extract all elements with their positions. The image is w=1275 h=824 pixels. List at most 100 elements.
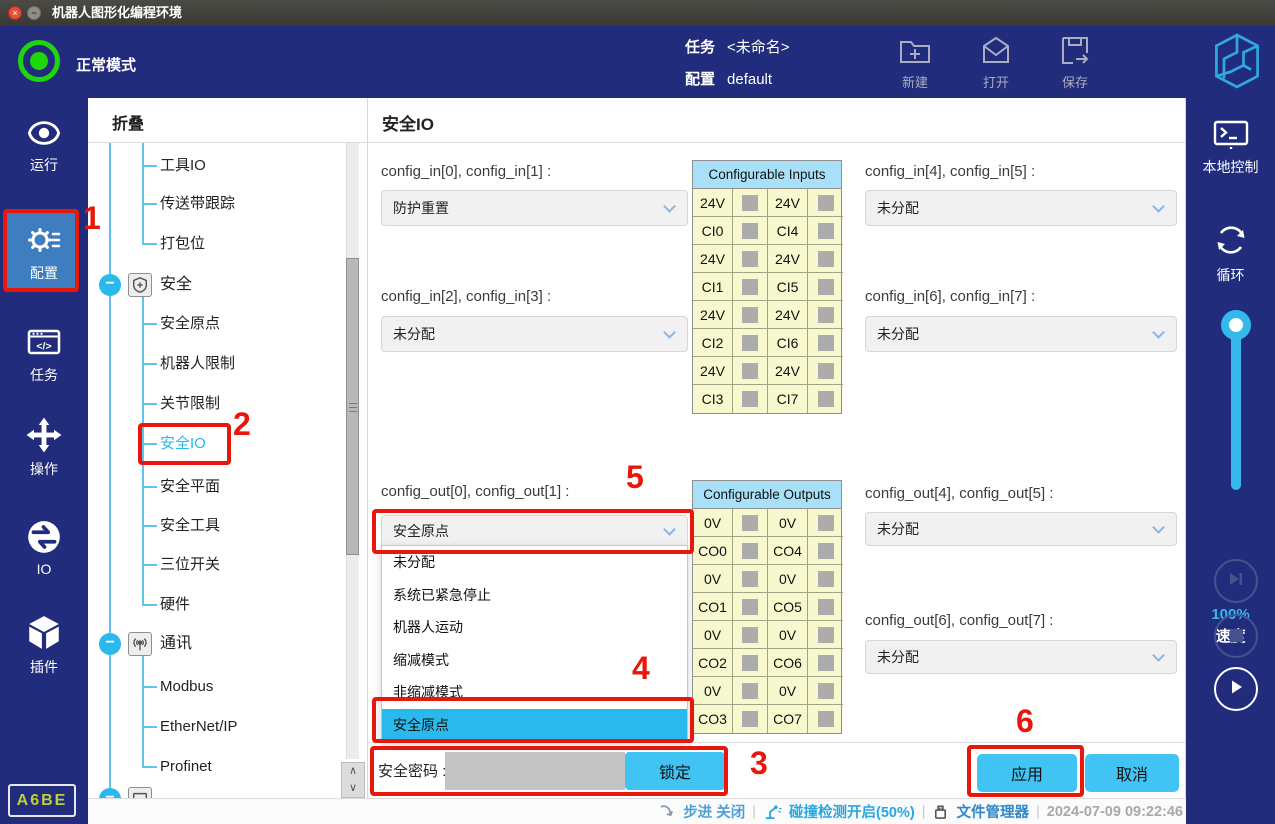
lock-button[interactable]: 锁定: [625, 752, 725, 790]
io-checkbox[interactable]: [818, 543, 834, 559]
io-checkbox[interactable]: [818, 279, 834, 295]
config-in01-dropdown[interactable]: 防护重置: [381, 190, 688, 226]
option-robot-moving[interactable]: 机器人运动: [382, 611, 687, 644]
io-checkbox[interactable]: [742, 627, 758, 643]
tree-item-safe-plane[interactable]: 安全平面: [160, 475, 220, 499]
io-checkbox[interactable]: [818, 391, 834, 407]
collision-detect-status[interactable]: 碰撞检测开启(50%): [789, 801, 915, 822]
tree-collapse-node[interactable]: −: [99, 274, 121, 296]
config-out67-label: config_out[6], config_out[7] :: [865, 612, 1053, 629]
tree-item-ethernet-ip[interactable]: EtherNet/IP: [160, 715, 238, 739]
tree-item-profinet[interactable]: Profinet: [160, 755, 212, 779]
io-checkbox-cell: [733, 245, 768, 273]
io-checkbox[interactable]: [818, 335, 834, 351]
io-cell: CO5: [768, 593, 808, 621]
tree-item-modbus[interactable]: Modbus: [160, 675, 213, 699]
loop-button[interactable]: 循环: [1186, 220, 1275, 285]
io-checkbox[interactable]: [818, 251, 834, 267]
io-checkbox[interactable]: [818, 683, 834, 699]
tree-item-tool-io[interactable]: 工具IO: [160, 154, 206, 178]
io-checkbox[interactable]: [742, 683, 758, 699]
io-checkbox[interactable]: [818, 571, 834, 587]
minimize-icon[interactable]: −: [27, 6, 41, 20]
tree-item-three-pos-switch[interactable]: 三位开关: [160, 553, 220, 577]
tree-item-pack[interactable]: 打包位: [160, 232, 205, 256]
new-button[interactable]: 新建: [887, 33, 943, 91]
io-checkbox[interactable]: [818, 307, 834, 323]
save-button[interactable]: 保存: [1047, 33, 1103, 91]
io-checkbox[interactable]: [742, 335, 758, 351]
sidebar-item-label: 任务: [0, 365, 88, 385]
config-out67-dropdown[interactable]: 未分配: [865, 640, 1177, 674]
tree-item-safe-tool[interactable]: 安全工具: [160, 514, 220, 538]
io-checkbox[interactable]: [742, 711, 758, 727]
io-checkbox[interactable]: [818, 223, 834, 239]
io-checkbox[interactable]: [742, 515, 758, 531]
config-out45-dropdown[interactable]: 未分配: [865, 512, 1177, 546]
local-control-button[interactable]: 本地控制: [1186, 118, 1275, 177]
option-safe-home[interactable]: 安全原点: [382, 709, 687, 742]
option-unassigned[interactable]: 未分配: [382, 546, 687, 579]
sidebar-item-plugin[interactable]: 插件: [0, 614, 88, 677]
io-checkbox[interactable]: [742, 251, 758, 267]
tree-group-communication[interactable]: 通讯: [160, 632, 192, 656]
config-in67-dropdown[interactable]: 未分配: [865, 316, 1177, 352]
tree-item-joint-limit[interactable]: 关节限制: [160, 392, 220, 416]
tree-item-safety-io[interactable]: 安全IO: [160, 432, 206, 456]
tree-item-conveyor[interactable]: 传送带跟踪: [160, 192, 235, 216]
config-out01-dropdown[interactable]: 安全原点: [381, 515, 688, 547]
cancel-button[interactable]: 取消: [1085, 754, 1179, 792]
sidebar-item-task[interactable]: </> 任务: [0, 324, 88, 385]
io-checkbox[interactable]: [742, 307, 758, 323]
io-checkbox[interactable]: [742, 571, 758, 587]
io-checkbox[interactable]: [818, 627, 834, 643]
file-manager-link[interactable]: 文件管理器: [956, 801, 1029, 822]
sidebar-item-io[interactable]: IO: [0, 518, 88, 577]
close-icon[interactable]: ×: [8, 6, 22, 20]
io-checkbox[interactable]: [818, 711, 834, 727]
tree-item-robot-limit[interactable]: 机器人限制: [160, 352, 235, 376]
sidebar-item-run[interactable]: 运行: [0, 116, 88, 175]
io-checkbox[interactable]: [742, 655, 758, 671]
tree-collapse-header[interactable]: 折叠: [112, 110, 144, 134]
io-checkbox[interactable]: [742, 223, 758, 239]
safety-password-input[interactable]: [445, 752, 625, 790]
step-forward-button[interactable]: [1214, 559, 1258, 603]
io-checkbox[interactable]: [742, 599, 758, 615]
tree-item-safe-home[interactable]: 安全原点: [160, 312, 220, 336]
option-non-reduced-mode[interactable]: 非缩减模式: [382, 676, 687, 709]
sidebar-item-config[interactable]: 配置: [0, 222, 88, 283]
open-button[interactable]: 打开: [968, 33, 1024, 91]
io-checkbox[interactable]: [742, 543, 758, 559]
scroll-down-icon[interactable]: ∨: [342, 780, 364, 797]
step-mode-status[interactable]: 步进 关闭: [683, 801, 745, 822]
config-in23-dropdown[interactable]: 未分配: [381, 316, 688, 352]
option-estopped[interactable]: 系统已紧急停止: [382, 579, 687, 612]
sidebar-item-operate[interactable]: 操作: [0, 416, 88, 479]
play-button[interactable]: [1214, 667, 1258, 711]
io-checkbox[interactable]: [818, 655, 834, 671]
tree-collapse-node[interactable]: −: [99, 633, 121, 655]
tree-collapse-node[interactable]: −: [99, 788, 121, 798]
tree-item-hardware[interactable]: 硬件: [160, 593, 190, 617]
stop-icon: [1230, 629, 1243, 642]
option-reduced-mode[interactable]: 缩减模式: [382, 644, 687, 677]
config-in45-dropdown[interactable]: 未分配: [865, 190, 1177, 226]
io-checkbox[interactable]: [742, 363, 758, 379]
io-checkbox[interactable]: [818, 515, 834, 531]
speed-slider-track[interactable]: [1231, 326, 1241, 490]
speed-slider-handle[interactable]: [1221, 310, 1251, 340]
apply-button[interactable]: 应用: [977, 754, 1077, 792]
scroll-up-icon[interactable]: ∧: [342, 763, 364, 780]
io-checkbox[interactable]: [742, 391, 758, 407]
io-checkbox[interactable]: [818, 363, 834, 379]
stop-button[interactable]: [1214, 614, 1258, 658]
new-button-label: 新建: [887, 72, 943, 91]
tree-group-safety[interactable]: 安全: [160, 273, 192, 297]
io-checkbox[interactable]: [818, 195, 834, 211]
tree-scroll-buttons[interactable]: ∧ ∨: [341, 762, 365, 798]
io-checkbox[interactable]: [742, 279, 758, 295]
io-checkbox[interactable]: [818, 599, 834, 615]
io-checkbox[interactable]: [742, 195, 758, 211]
tree-scrollbar-thumb[interactable]: [346, 258, 359, 555]
